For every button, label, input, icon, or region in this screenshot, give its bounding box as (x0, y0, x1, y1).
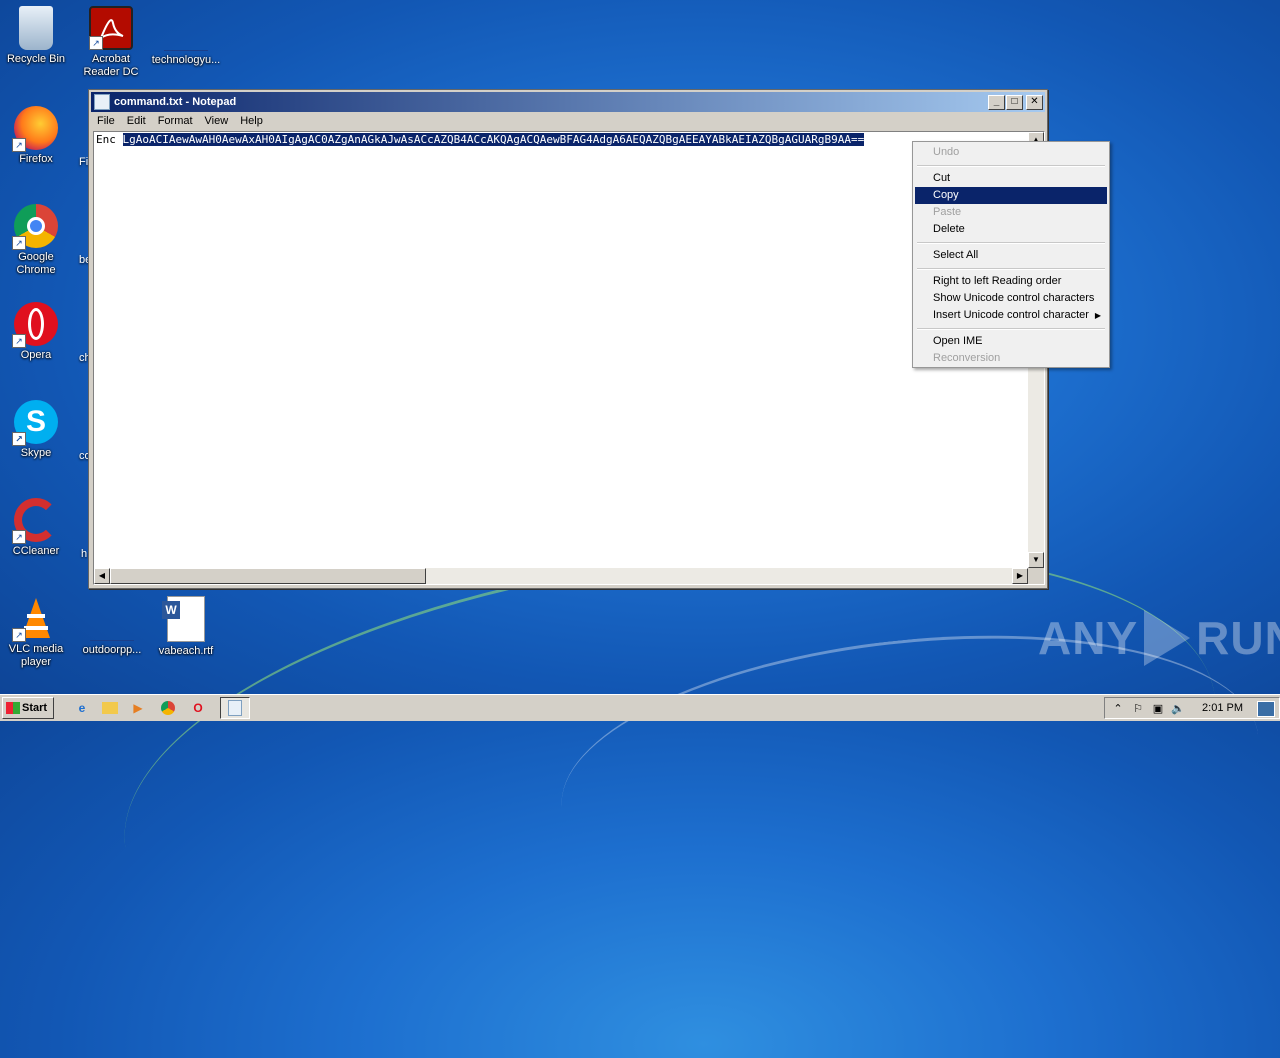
resize-grip[interactable] (1028, 568, 1044, 584)
desktop-icon-ccleaner[interactable]: ↗ CCleaner (0, 498, 72, 558)
menu-help[interactable]: Help (234, 115, 269, 127)
menu-format[interactable]: Format (152, 115, 199, 127)
menu-item-reconversion[interactable]: Reconversion (915, 350, 1107, 367)
word-doc-icon: W (162, 596, 205, 642)
menu-item-label: Insert Unicode control character (933, 309, 1089, 321)
windows-logo-icon (6, 702, 20, 714)
horizontal-scroll-thumb[interactable] (110, 568, 426, 584)
desktop-icon-label: Firefox (19, 153, 53, 165)
scroll-down-button[interactable]: ▼ (1028, 552, 1044, 568)
desktop-icon-vabeach[interactable]: W vabeach.rtf (150, 596, 222, 658)
menu-item-undo[interactable]: Undo (915, 144, 1107, 161)
volume-icon[interactable]: 🔈 (1171, 702, 1185, 715)
window-title: command.txt - Notepad (114, 96, 237, 108)
acrobat-icon: ↗ (89, 6, 133, 50)
menu-view[interactable]: View (199, 115, 235, 127)
menu-item-select-all[interactable]: Select All (915, 247, 1107, 264)
desktop-icon-label: technologyu... (151, 54, 221, 66)
menu-item-cut[interactable]: Cut (915, 170, 1107, 187)
chrome-icon: ↗ (12, 204, 58, 250)
text-editor[interactable]: Enc LgAoACIAewAwAH0AewAxAH0AIgAgAC0AZgAn… (93, 131, 1045, 585)
anyrun-watermark: ANY RUN (1038, 610, 1280, 666)
show-desktop-icon[interactable] (1257, 701, 1275, 717)
play-logo-icon (1144, 610, 1191, 666)
menu-item-insert-unicode[interactable]: Insert Unicode control character ▶ (915, 307, 1107, 324)
desktop-icon-label: Skype (20, 447, 52, 459)
menu-separator (917, 328, 1105, 330)
opera-taskbar-icon[interactable]: O (188, 698, 208, 718)
clock[interactable]: 2:01 PM (1202, 702, 1243, 714)
menu-item-open-ime[interactable]: Open IME (915, 333, 1107, 350)
scroll-right-button[interactable]: ▶ (1012, 568, 1028, 584)
scroll-left-button[interactable]: ◀ (94, 568, 110, 584)
show-hidden-icons-icon[interactable]: ⌃ (1111, 702, 1125, 715)
selected-text: LgAoACIAewAwAH0AewAxAH0AIgAgAC0AZgAnAGkA… (122, 133, 865, 146)
action-center-flag-icon[interactable]: ⚐ (1131, 702, 1145, 715)
desktop-icon-label: vabeach.rtf (158, 645, 214, 657)
menu-separator (917, 268, 1105, 270)
desktop-icon-label: VLC media player (8, 643, 64, 668)
system-tray: ⌃ ⚐ ▣ 🔈 2:01 PM (1104, 697, 1280, 719)
horizontal-scrollbar[interactable]: ◀ ▶ (94, 568, 1028, 584)
menu-file[interactable]: File (91, 115, 121, 127)
watermark-left: ANY (1038, 612, 1139, 664)
desktop-icon-vlc[interactable]: ↗ VLC media player (0, 596, 72, 669)
menu-item-show-unicode[interactable]: Show Unicode control characters (915, 290, 1107, 307)
menu-item-copy[interactable]: Copy (915, 187, 1107, 204)
desktop-icon-label: outdoorpp... (82, 644, 142, 656)
desktop-icon-skype[interactable]: S ↗ Skype (0, 400, 72, 460)
desktop-icon-acrobat[interactable]: ↗ Acrobat Reader DC (75, 6, 147, 79)
vlc-icon: ↗ (12, 596, 58, 642)
desktop-icon-outdoor[interactable]: outdoorpp... (76, 596, 148, 657)
skype-icon: S ↗ (12, 400, 58, 446)
desktop-icon-label: Acrobat Reader DC (83, 53, 139, 78)
desktop-icon-opera[interactable]: ↗ Opera (0, 302, 72, 362)
desktop-icon-label: CCleaner (12, 545, 60, 557)
notepad-taskbar-icon[interactable] (220, 697, 250, 719)
media-player-taskbar-icon[interactable]: ▶ (128, 698, 148, 718)
minimize-button[interactable]: _ (988, 94, 1005, 110)
partial-label: Fi (79, 156, 89, 168)
menu-separator (917, 242, 1105, 244)
title-bar[interactable]: command.txt - Notepad _ □ ✕ (91, 92, 1045, 112)
desktop-icon-label: Google Chrome (16, 251, 56, 276)
desktop-icon-label: Recycle Bin (6, 53, 66, 65)
ie-taskbar-icon[interactable]: e (72, 698, 92, 718)
notepad-window[interactable]: command.txt - Notepad _ □ ✕ File Edit Fo… (88, 89, 1048, 589)
menu-separator (917, 165, 1105, 167)
notepad-icon (94, 94, 110, 110)
submenu-arrow-icon: ▶ (1094, 311, 1101, 320)
menu-item-rtl-reading-order[interactable]: Right to left Reading order (915, 273, 1107, 290)
text-prefix: Enc (96, 133, 123, 146)
desktop-icon-firefox[interactable]: ↗ Firefox (0, 106, 72, 166)
taskbar: Start e ▶ O ⌃ ⚐ ▣ 🔈 2:01 PM (0, 694, 1280, 721)
blank-file-icon (164, 6, 208, 51)
text-content: Enc LgAoACIAewAwAH0AewAxAH0AIgAgAC0AZgAn… (96, 133, 865, 146)
start-button[interactable]: Start (2, 697, 54, 719)
close-button[interactable]: ✕ (1026, 94, 1043, 110)
recycle-bin-icon (19, 6, 53, 50)
desktop-icon-recycle-bin[interactable]: Recycle Bin (0, 6, 72, 66)
watermark-right: RUN (1196, 612, 1280, 664)
ccleaner-icon: ↗ (12, 498, 58, 544)
desktop-icon-label: Opera (20, 349, 52, 361)
chrome-taskbar-icon[interactable] (158, 698, 178, 718)
maximize-button[interactable]: □ (1006, 94, 1023, 110)
blank-file-icon (90, 596, 134, 641)
opera-icon: ↗ (12, 302, 58, 348)
partial-label: h (81, 548, 88, 560)
network-icon[interactable]: ▣ (1151, 702, 1165, 715)
explorer-taskbar-icon[interactable] (102, 702, 118, 714)
desktop-icon-chrome[interactable]: ↗ Google Chrome (0, 204, 72, 277)
start-label: Start (22, 702, 48, 714)
menu-item-delete[interactable]: Delete (915, 221, 1107, 238)
context-menu: Undo Cut Copy Paste Delete Select All Ri… (912, 141, 1110, 368)
menu-bar: File Edit Format View Help (89, 112, 1047, 130)
firefox-icon: ↗ (12, 106, 58, 152)
menu-edit[interactable]: Edit (121, 115, 152, 127)
menu-item-paste[interactable]: Paste (915, 204, 1107, 221)
desktop-icon-technology[interactable]: technologyu... (150, 6, 222, 67)
